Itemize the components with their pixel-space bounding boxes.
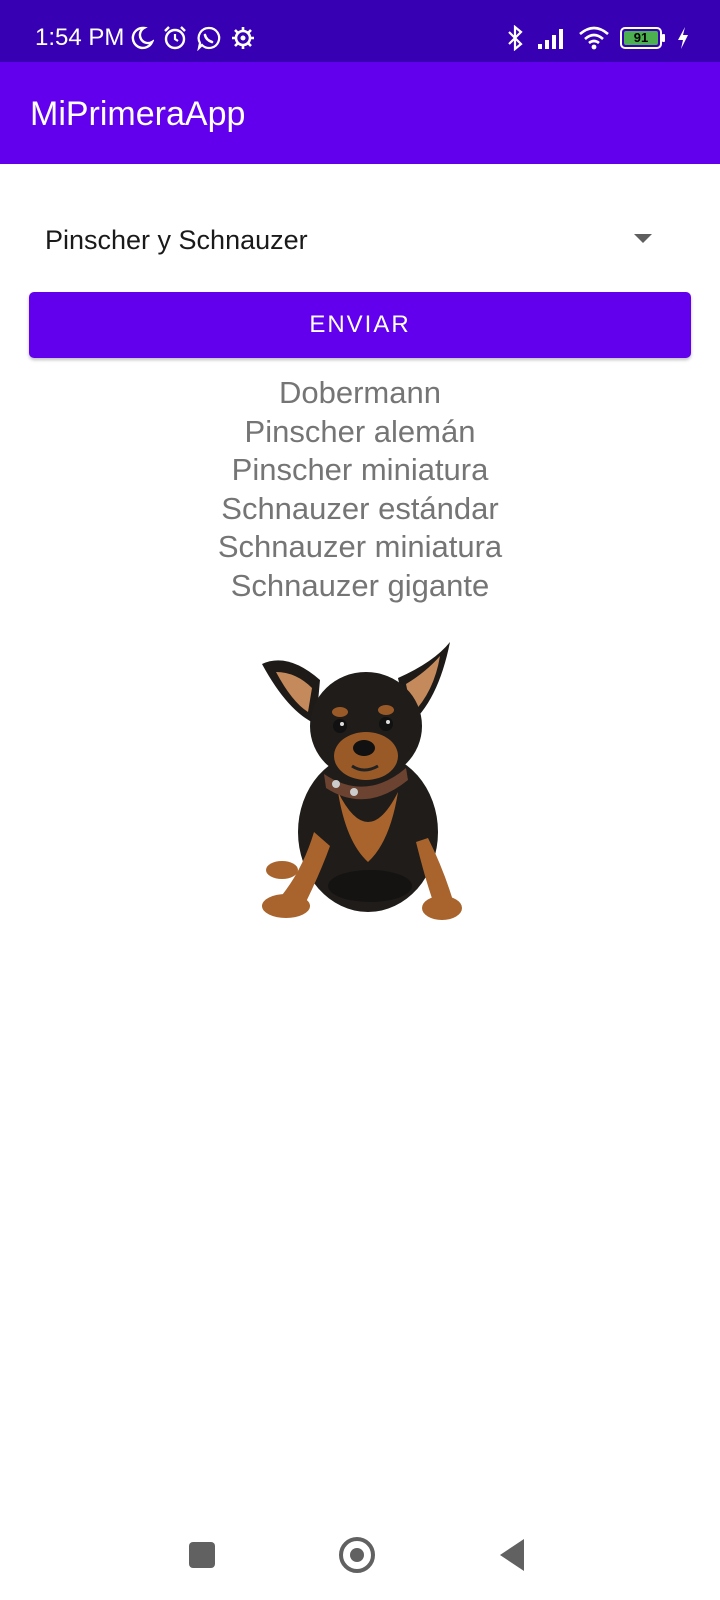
home-button[interactable] <box>339 1537 375 1573</box>
app-title: MiPrimeraApp <box>30 95 246 133</box>
list-item: Pinscher miniatura <box>231 452 489 488</box>
list-item: Schnauzer gigante <box>230 567 490 603</box>
battery-icon: 91 <box>620 27 666 49</box>
whatsapp-icon <box>196 25 222 51</box>
status-time: 1:54 PM <box>35 24 125 51</box>
moon-icon <box>130 26 154 50</box>
status-left-icons <box>130 24 256 52</box>
send-button[interactable]: ENVIAR <box>29 292 691 358</box>
back-button[interactable] <box>500 1539 524 1571</box>
list-item: Dobermann <box>279 375 441 410</box>
bluetooth-icon <box>504 25 526 51</box>
app-bar: MiPrimeraApp <box>0 62 720 164</box>
navigation-bar <box>0 1520 720 1590</box>
home-icon <box>350 1548 364 1562</box>
battery-level-text: 91 <box>633 30 649 45</box>
list-item: Schnauzer miniatura <box>217 529 503 565</box>
settings-icon <box>230 25 256 51</box>
list-item: Pinscher alemán <box>244 413 476 449</box>
dog-image <box>258 642 470 938</box>
status-bar: 1:54 PM 91 <box>0 0 720 62</box>
recents-button[interactable] <box>189 1542 215 1568</box>
charging-icon <box>676 26 690 50</box>
dropdown-arrow-icon <box>634 234 652 243</box>
spinner-selected-value: Pinscher y Schnauzer <box>45 225 308 255</box>
breed-list: Dobermann Pinscher alemán Pinscher minia… <box>0 374 720 606</box>
wifi-icon <box>578 25 610 51</box>
alarm-icon <box>162 25 188 51</box>
breed-group-spinner[interactable]: Pinscher y Schnauzer <box>30 212 690 268</box>
list-item: Schnauzer estándar <box>221 490 499 526</box>
signal-icon <box>536 26 568 50</box>
status-right-icons: 91 <box>504 24 690 52</box>
